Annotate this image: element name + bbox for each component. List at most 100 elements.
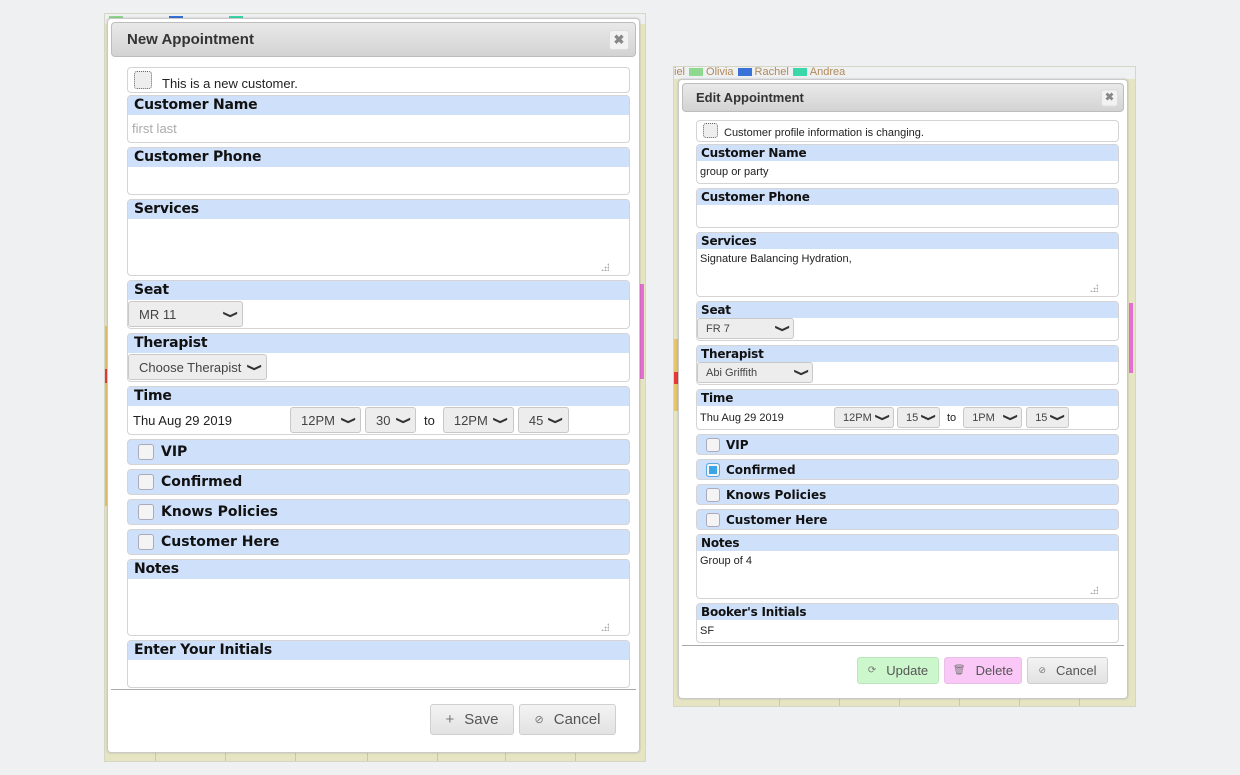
checkbox-label: Confirmed	[161, 474, 243, 490]
knows-policies-option[interactable]: Knows Policies	[696, 484, 1119, 505]
start-minute-selected: 15	[906, 411, 919, 424]
vip-option[interactable]: VIP	[127, 439, 630, 465]
cancel-icon: ⊘	[534, 714, 544, 726]
dialog-titlebar[interactable]: Edit Appointment ✖	[682, 83, 1124, 112]
profile-change-field: Customer profile information is changing…	[696, 120, 1119, 142]
end-minute-select[interactable]: 15 ❯	[1026, 407, 1070, 428]
chevron-down-icon: ❯	[874, 413, 890, 422]
cancel-label: Cancel	[553, 711, 601, 728]
start-hour-select[interactable]: 12PM ❯	[834, 407, 894, 428]
start-minute-selected: 30	[376, 412, 391, 428]
therapist-value: Choose Therapist ❯	[128, 353, 629, 381]
checkbox-label: Customer Here	[726, 512, 828, 527]
chevron-down-icon: ❯	[1049, 413, 1065, 422]
resize-handle-icon[interactable]	[1090, 284, 1098, 292]
vip-checkbox[interactable]	[138, 444, 154, 460]
customer-here-checkbox[interactable]	[138, 534, 154, 550]
field-label: Time	[697, 390, 1118, 406]
confirmed-checkbox[interactable]	[138, 474, 154, 490]
legend-swatch-rachel	[737, 68, 752, 76]
save-button[interactable]: + Save	[430, 704, 514, 735]
start-hour-selected: 12PM	[301, 412, 335, 428]
seat-select[interactable]: MR 11 ❯	[128, 301, 243, 327]
customer-here-option[interactable]: Customer Here	[127, 529, 630, 555]
close-button[interactable]: ✖	[609, 29, 629, 50]
notes-textarea[interactable]: Group of 4	[697, 551, 1118, 598]
close-button[interactable]: ✖	[1101, 89, 1118, 106]
field-label: Booker's Initials	[697, 604, 1118, 620]
save-label: Save	[464, 711, 499, 728]
therapist-field: Therapist Choose Therapist ❯	[127, 333, 630, 382]
field-label: Enter Your Initials	[128, 641, 629, 660]
customer-here-option[interactable]: Customer Here	[696, 509, 1119, 530]
knows-policies-option[interactable]: Knows Policies	[127, 499, 630, 525]
knows-policies-checkbox[interactable]	[706, 487, 720, 502]
customer-phone-input[interactable]	[128, 167, 629, 194]
confirmed-checkbox[interactable]	[706, 462, 720, 477]
new-customer-checkbox[interactable]	[134, 71, 152, 89]
legend-swatch-andrea	[792, 68, 807, 76]
field-label: Notes	[128, 560, 629, 579]
therapist-select[interactable]: Abi Griffith ❯	[697, 362, 813, 383]
end-hour-select[interactable]: 12PM ❯	[442, 407, 514, 433]
services-field: Services	[127, 199, 630, 276]
therapist-field: Therapist Abi Griffith ❯	[696, 345, 1119, 385]
resize-handle-icon[interactable]	[601, 623, 609, 631]
start-hour-select[interactable]: 12PM ❯	[290, 407, 361, 433]
refresh-icon: ⟳	[867, 665, 877, 676]
appointment-date[interactable]: Thu Aug 29 2019	[132, 413, 290, 428]
end-hour-selected: 12PM	[453, 412, 488, 428]
cancel-button[interactable]: ⊘ Cancel	[519, 704, 616, 735]
therapist-select[interactable]: Choose Therapist ❯	[128, 354, 267, 380]
start-minute-select[interactable]: 30 ❯	[365, 407, 416, 433]
end-minute-select[interactable]: 45 ❯	[517, 407, 569, 433]
services-textarea[interactable]	[128, 219, 629, 275]
field-label: Seat	[128, 281, 629, 300]
chevron-down-icon: ❯	[793, 368, 809, 377]
end-hour-selected: 1PM	[972, 411, 995, 424]
end-minute-selected: 15	[1035, 411, 1048, 424]
seat-select[interactable]: FR 7 ❯	[697, 318, 794, 339]
services-value: Signature Balancing Hydration,	[700, 253, 852, 265]
knows-policies-checkbox[interactable]	[138, 504, 154, 520]
customer-name-input[interactable]: group or party	[697, 161, 1118, 183]
seat-selected: FR 7	[706, 322, 730, 335]
seat-value: FR 7 ❯	[697, 318, 1118, 340]
cancel-button[interactable]: ⊘ Cancel	[1027, 657, 1108, 684]
resize-handle-icon[interactable]	[1090, 586, 1098, 594]
resize-handle-icon[interactable]	[601, 263, 609, 271]
field-label: Customer Phone	[697, 189, 1118, 205]
field-label: Seat	[697, 302, 1118, 318]
end-hour-select[interactable]: 1PM ❯	[963, 407, 1023, 428]
checkbox-label: Knows Policies	[726, 487, 827, 502]
dialog-titlebar[interactable]: New Appointment ✖	[111, 22, 636, 57]
field-label: Services	[697, 233, 1118, 249]
delete-button[interactable]: 🗑 Delete	[944, 657, 1022, 684]
field-label: Notes	[697, 535, 1118, 551]
checkbox-label: VIP	[161, 444, 188, 460]
confirmed-option[interactable]: Confirmed	[127, 469, 630, 495]
field-label: Time	[128, 387, 629, 406]
confirmed-option[interactable]: Confirmed	[696, 459, 1119, 480]
appointment-block[interactable]	[640, 284, 644, 379]
vip-option[interactable]: VIP	[696, 434, 1119, 455]
dialog-title: New Appointment	[127, 31, 254, 48]
initials-input[interactable]	[128, 660, 629, 687]
notes-field: Notes	[127, 559, 630, 636]
profile-change-checkbox[interactable]	[703, 123, 718, 138]
cancel-label: Cancel	[1056, 663, 1097, 678]
initials-field: Enter Your Initials	[127, 640, 630, 688]
appointment-date[interactable]: Thu Aug 29 2019	[700, 412, 834, 424]
chevron-down-icon: ❯	[222, 309, 238, 319]
customer-here-checkbox[interactable]	[706, 512, 720, 527]
initials-input[interactable]: SF	[697, 620, 1118, 642]
vip-checkbox[interactable]	[706, 437, 720, 452]
start-minute-select[interactable]: 15 ❯	[897, 407, 940, 428]
customer-phone-input[interactable]	[697, 205, 1118, 227]
edit-appointment-dialog: Edit Appointment ✖ Customer profile info…	[678, 79, 1128, 699]
services-textarea[interactable]: Signature Balancing Hydration,	[697, 249, 1118, 296]
appointment-block[interactable]	[1129, 303, 1133, 373]
customer-name-input[interactable]: first last	[128, 115, 629, 142]
update-button[interactable]: ⟳ Update	[857, 657, 939, 684]
notes-textarea[interactable]	[128, 579, 629, 635]
